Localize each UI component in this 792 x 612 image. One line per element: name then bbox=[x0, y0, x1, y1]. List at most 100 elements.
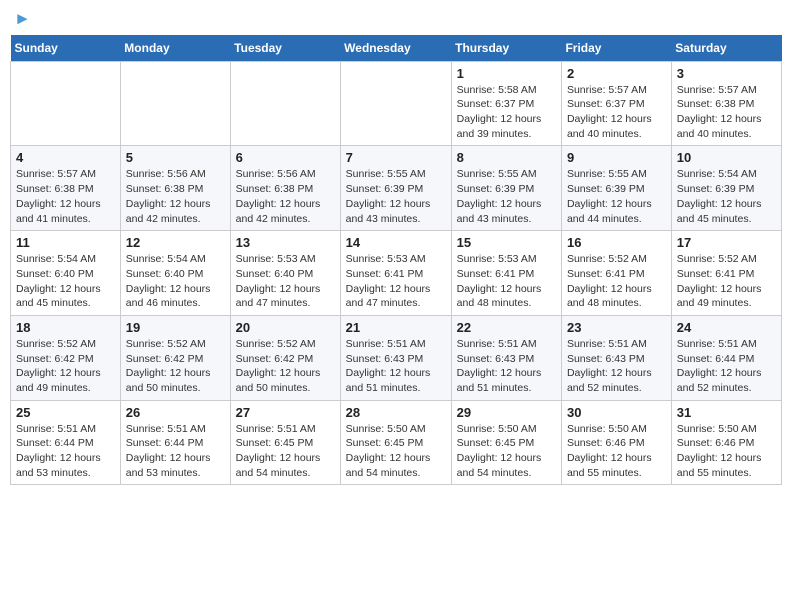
calendar-cell: 28 Sunrise: 5:50 AM Sunset: 6:45 PM Dayli… bbox=[340, 400, 451, 485]
calendar-cell: 18Sunrise: 5:52 AM Sunset: 6:42 PM Dayli… bbox=[11, 315, 121, 400]
calendar-cell: 21Sunrise: 5:51 AM Sunset: 6:43 PM Dayli… bbox=[340, 315, 451, 400]
calendar-cell: 1 Sunrise: 5:58 AM Sunset: 6:37 PM Daylig… bbox=[451, 61, 561, 146]
weekday-header-monday: Monday bbox=[120, 35, 230, 62]
day-info: Sunrise: 5:53 AM Sunset: 6:41 PM Dayligh… bbox=[346, 252, 446, 311]
calendar-cell: 24 Sunrise: 5:51 AM Sunset: 6:44 PM Dayli… bbox=[671, 315, 781, 400]
day-info: Sunrise: 5:55 AM Sunset: 6:39 PM Dayligh… bbox=[346, 167, 446, 226]
calendar-cell: 30 Sunrise: 5:50 AM Sunset: 6:46 PM Dayli… bbox=[561, 400, 671, 485]
logo: ► bbox=[14, 10, 31, 29]
day-number: 3 bbox=[677, 66, 776, 81]
calendar-cell: 25Sunrise: 5:51 AM Sunset: 6:44 PM Dayli… bbox=[11, 400, 121, 485]
day-info: Sunrise: 5:51 AM Sunset: 6:43 PM Dayligh… bbox=[567, 337, 666, 396]
day-number: 31 bbox=[677, 405, 776, 420]
day-number: 19 bbox=[126, 320, 225, 335]
day-number: 8 bbox=[457, 150, 556, 165]
day-number: 18 bbox=[16, 320, 115, 335]
day-info: Sunrise: 5:57 AM Sunset: 6:38 PM Dayligh… bbox=[677, 83, 776, 142]
calendar-cell bbox=[120, 61, 230, 146]
calendar-cell: 2 Sunrise: 5:57 AM Sunset: 6:37 PM Daylig… bbox=[561, 61, 671, 146]
day-info: Sunrise: 5:57 AM Sunset: 6:38 PM Dayligh… bbox=[16, 167, 115, 226]
calendar-cell: 11 Sunrise: 5:54 AM Sunset: 6:40 PM Dayli… bbox=[11, 231, 121, 316]
day-number: 5 bbox=[126, 150, 225, 165]
calendar-cell: 26 Sunrise: 5:51 AM Sunset: 6:44 PM Dayli… bbox=[120, 400, 230, 485]
day-info: Sunrise: 5:55 AM Sunset: 6:39 PM Dayligh… bbox=[457, 167, 556, 226]
day-info: Sunrise: 5:51 AM Sunset: 6:45 PM Dayligh… bbox=[236, 422, 335, 481]
weekday-header-friday: Friday bbox=[561, 35, 671, 62]
calendar-cell: 29Sunrise: 5:50 AM Sunset: 6:45 PM Dayli… bbox=[451, 400, 561, 485]
calendar-cell: 5 Sunrise: 5:56 AM Sunset: 6:38 PM Daylig… bbox=[120, 146, 230, 231]
calendar-cell: 12 Sunrise: 5:54 AM Sunset: 6:40 PM Dayli… bbox=[120, 231, 230, 316]
day-number: 21 bbox=[346, 320, 446, 335]
day-number: 14 bbox=[346, 235, 446, 250]
day-info: Sunrise: 5:53 AM Sunset: 6:41 PM Dayligh… bbox=[457, 252, 556, 311]
calendar-cell: 14 Sunrise: 5:53 AM Sunset: 6:41 PM Dayli… bbox=[340, 231, 451, 316]
day-number: 30 bbox=[567, 405, 666, 420]
day-info: Sunrise: 5:54 AM Sunset: 6:40 PM Dayligh… bbox=[126, 252, 225, 311]
day-number: 9 bbox=[567, 150, 666, 165]
weekday-header-sunday: Sunday bbox=[11, 35, 121, 62]
day-info: Sunrise: 5:51 AM Sunset: 6:44 PM Dayligh… bbox=[16, 422, 115, 481]
day-info: Sunrise: 5:54 AM Sunset: 6:39 PM Dayligh… bbox=[677, 167, 776, 226]
calendar-week-row: 18 Sunrise: 5:52 AM Sunset: 6:42 PM Dayli… bbox=[11, 315, 782, 400]
calendar-cell: 20 Sunrise: 5:52 AM Sunset: 6:42 PM Dayli… bbox=[230, 315, 340, 400]
day-info: Sunrise: 5:57 AM Sunset: 6:37 PM Dayligh… bbox=[567, 83, 666, 142]
calendar-cell: 15 Sunrise: 5:53 AM Sunset: 6:41 PM Dayli… bbox=[451, 231, 561, 316]
calendar-cell: 13 Sunrise: 5:53 AM Sunset: 6:40 PM Dayli… bbox=[230, 231, 340, 316]
day-number: 1 bbox=[457, 66, 556, 81]
calendar-week-row: 25Sunrise: 5:51 AM Sunset: 6:44 PM Dayli… bbox=[11, 400, 782, 485]
day-info: Sunrise: 5:58 AM Sunset: 6:37 PM Dayligh… bbox=[457, 83, 556, 142]
calendar-cell: 6 Sunrise: 5:56 AM Sunset: 6:38 PM Daylig… bbox=[230, 146, 340, 231]
day-info: Sunrise: 5:50 AM Sunset: 6:46 PM Dayligh… bbox=[567, 422, 666, 481]
calendar-cell bbox=[230, 61, 340, 146]
day-info: Sunrise: 5:52 AM Sunset: 6:42 PM Dayligh… bbox=[236, 337, 335, 396]
day-info: Sunrise: 5:54 AM Sunset: 6:40 PM Dayligh… bbox=[16, 252, 115, 311]
day-number: 24 bbox=[677, 320, 776, 335]
day-info: Sunrise: 5:56 AM Sunset: 6:38 PM Dayligh… bbox=[236, 167, 335, 226]
calendar-cell: 31Sunrise: 5:50 AM Sunset: 6:46 PM Dayli… bbox=[671, 400, 781, 485]
day-number: 13 bbox=[236, 235, 335, 250]
day-number: 16 bbox=[567, 235, 666, 250]
day-number: 2 bbox=[567, 66, 666, 81]
day-number: 11 bbox=[16, 235, 115, 250]
calendar-cell: 10 Sunrise: 5:54 AM Sunset: 6:39 PM Dayli… bbox=[671, 146, 781, 231]
day-number: 12 bbox=[126, 235, 225, 250]
day-number: 10 bbox=[677, 150, 776, 165]
calendar-cell: 7 Sunrise: 5:55 AM Sunset: 6:39 PM Daylig… bbox=[340, 146, 451, 231]
page-header: ► bbox=[10, 10, 782, 29]
weekday-header-wednesday: Wednesday bbox=[340, 35, 451, 62]
calendar-cell bbox=[11, 61, 121, 146]
logo-text: ► bbox=[14, 10, 31, 29]
day-number: 28 bbox=[346, 405, 446, 420]
day-info: Sunrise: 5:51 AM Sunset: 6:44 PM Dayligh… bbox=[677, 337, 776, 396]
calendar-cell bbox=[340, 61, 451, 146]
calendar-cell: 3 Sunrise: 5:57 AM Sunset: 6:38 PM Daylig… bbox=[671, 61, 781, 146]
calendar-cell: 4 Sunrise: 5:57 AM Sunset: 6:38 PM Daylig… bbox=[11, 146, 121, 231]
calendar-week-row: 4 Sunrise: 5:57 AM Sunset: 6:38 PM Daylig… bbox=[11, 146, 782, 231]
calendar-cell: 17Sunrise: 5:52 AM Sunset: 6:41 PM Dayli… bbox=[671, 231, 781, 316]
day-info: Sunrise: 5:56 AM Sunset: 6:38 PM Dayligh… bbox=[126, 167, 225, 226]
day-number: 23 bbox=[567, 320, 666, 335]
calendar-week-row: 11 Sunrise: 5:54 AM Sunset: 6:40 PM Dayli… bbox=[11, 231, 782, 316]
day-number: 15 bbox=[457, 235, 556, 250]
day-number: 6 bbox=[236, 150, 335, 165]
calendar-cell: 19 Sunrise: 5:52 AM Sunset: 6:42 PM Dayli… bbox=[120, 315, 230, 400]
day-info: Sunrise: 5:53 AM Sunset: 6:40 PM Dayligh… bbox=[236, 252, 335, 311]
day-number: 29 bbox=[457, 405, 556, 420]
day-number: 26 bbox=[126, 405, 225, 420]
day-info: Sunrise: 5:52 AM Sunset: 6:41 PM Dayligh… bbox=[567, 252, 666, 311]
weekday-header-tuesday: Tuesday bbox=[230, 35, 340, 62]
calendar-header-row: SundayMondayTuesdayWednesdayThursdayFrid… bbox=[11, 35, 782, 62]
calendar-cell: 27 Sunrise: 5:51 AM Sunset: 6:45 PM Dayli… bbox=[230, 400, 340, 485]
day-info: Sunrise: 5:50 AM Sunset: 6:45 PM Dayligh… bbox=[346, 422, 446, 481]
weekday-header-thursday: Thursday bbox=[451, 35, 561, 62]
calendar-cell: 23 Sunrise: 5:51 AM Sunset: 6:43 PM Dayli… bbox=[561, 315, 671, 400]
day-number: 7 bbox=[346, 150, 446, 165]
day-number: 27 bbox=[236, 405, 335, 420]
day-number: 20 bbox=[236, 320, 335, 335]
day-info: Sunrise: 5:52 AM Sunset: 6:42 PM Dayligh… bbox=[126, 337, 225, 396]
day-number: 17 bbox=[677, 235, 776, 250]
weekday-header-saturday: Saturday bbox=[671, 35, 781, 62]
day-number: 4 bbox=[16, 150, 115, 165]
day-info: Sunrise: 5:51 AM Sunset: 6:44 PM Dayligh… bbox=[126, 422, 225, 481]
calendar-cell: 16 Sunrise: 5:52 AM Sunset: 6:41 PM Dayli… bbox=[561, 231, 671, 316]
